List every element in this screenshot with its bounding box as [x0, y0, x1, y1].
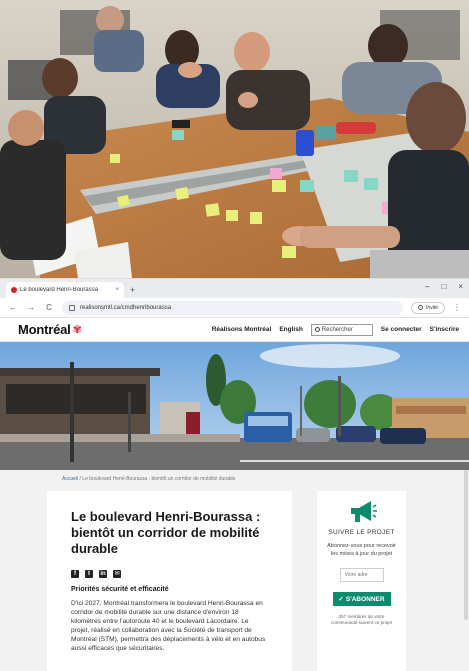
email-icon[interactable]: ✉: [113, 570, 121, 578]
follow-description: Abonnez-vous pour recevoir les mises à j…: [327, 543, 396, 557]
article-body: D'ici 2027, Montréal transformera le bou…: [71, 600, 266, 652]
breadcrumb: Accueil / Le boulevard Henri-Bourassa : …: [62, 476, 235, 482]
back-button[interactable]: ←: [8, 303, 18, 312]
hero-street-art: [0, 342, 469, 470]
window-controls: – □ ×: [425, 282, 463, 291]
section-heading: Priorités sécurité et efficacité: [71, 586, 169, 593]
page-scrollbar[interactable]: [464, 470, 468, 620]
browser-window: Le boulevard Henri-Bourassa × + – □ × ← …: [0, 278, 469, 671]
subscribe-check-icon: ✓: [338, 596, 344, 603]
site-info-icon[interactable]: [69, 304, 75, 311]
browser-menu-icon[interactable]: ⋮: [453, 303, 461, 312]
follow-project-card: SUIVRE LE PROJET Abonnez-vous pour recev…: [317, 491, 406, 671]
email-field[interactable]: [339, 568, 384, 582]
follow-title: SUIVRE LE PROJET: [328, 529, 395, 536]
new-tab-button[interactable]: +: [130, 285, 135, 295]
breadcrumb-home-link[interactable]: Accueil: [62, 476, 78, 482]
profile-icon: [418, 305, 424, 310]
guest-profile-button[interactable]: Invité: [411, 301, 445, 314]
maximize-button[interactable]: □: [441, 282, 446, 291]
search-icon: [314, 327, 320, 332]
share-buttons: f t in ✉: [71, 570, 268, 578]
reload-button[interactable]: C: [44, 303, 54, 312]
nav-language-toggle[interactable]: English: [279, 326, 302, 333]
page-title: Le boulevard Henri-Bourassa : bientôt un…: [71, 509, 261, 556]
logo-text: Montréal: [18, 322, 71, 337]
montreal-favicon-icon: [11, 287, 17, 293]
members-count-note: 357 membres de votre communauté suivent …: [330, 614, 393, 625]
twitter-icon[interactable]: t: [85, 570, 93, 578]
page-content: Accueil / Le boulevard Henri-Bourassa : …: [0, 470, 469, 671]
hero-street-photo: [0, 342, 469, 470]
search-placeholder: Rechercher: [321, 326, 353, 333]
search-input[interactable]: Rechercher: [310, 323, 373, 336]
subscribe-label: S'ABONNER: [345, 595, 385, 603]
subscribe-button[interactable]: ✓ S'ABONNER: [332, 592, 391, 606]
montreal-logo[interactable]: Montréal ✾: [18, 322, 82, 337]
facebook-icon[interactable]: f: [71, 570, 79, 578]
article-card: Le boulevard Henri-Bourassa : bientôt un…: [47, 491, 292, 671]
tab-bar: Le boulevard Henri-Bourassa × + – □ ×: [0, 279, 469, 298]
montreal-rosette-icon: ✾: [72, 324, 82, 336]
close-window-button[interactable]: ×: [458, 282, 463, 291]
forward-button[interactable]: →: [26, 303, 36, 312]
address-bar[interactable]: realisonsmtl.ca/cmdhenribourassa: [62, 300, 404, 315]
guest-label: Invité: [426, 304, 438, 311]
site-header: Montréal ✾ Réalisons Montréal English Re…: [0, 318, 469, 342]
minimize-button[interactable]: –: [425, 282, 429, 291]
tab-title: Le boulevard Henri-Bourassa: [20, 287, 99, 293]
browser-tab-active[interactable]: Le boulevard Henri-Bourassa ×: [6, 282, 124, 298]
site-nav: Réalisons Montréal English Rechercher Se…: [212, 323, 459, 336]
workshop-photo-art: [0, 0, 469, 278]
signup-link[interactable]: S'inscrire: [430, 326, 459, 333]
linkedin-icon[interactable]: in: [99, 570, 107, 578]
megaphone-icon: [350, 501, 377, 522]
login-link[interactable]: Se connecter: [381, 326, 422, 333]
url-text: realisonsmtl.ca/cmdhenribourassa: [80, 304, 172, 311]
browser-toolbar: ← → C realisonsmtl.ca/cmdhenribourassa I…: [0, 298, 469, 318]
nav-realisons-montreal[interactable]: Réalisons Montréal: [212, 326, 272, 333]
tab-close-icon[interactable]: ×: [115, 287, 119, 293]
workshop-photo: [0, 0, 469, 278]
breadcrumb-current: Le boulevard Henri-Bourassa : bientôt un…: [82, 476, 236, 482]
